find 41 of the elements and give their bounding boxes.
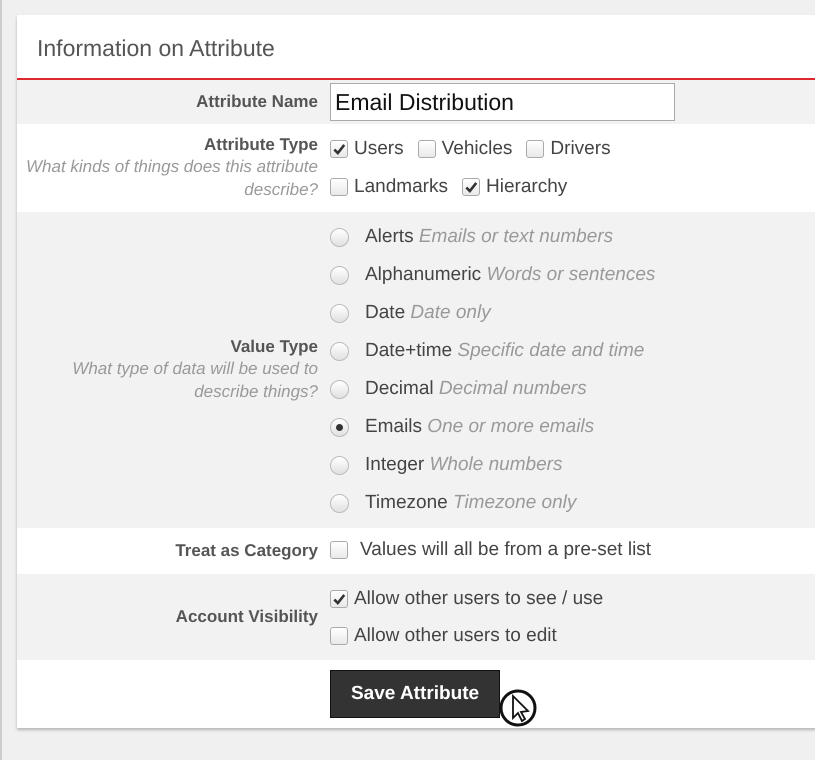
checkbox-label: Hierarchy bbox=[486, 176, 568, 198]
checkbox-label: Drivers bbox=[550, 138, 611, 160]
field-label: Attribute Name bbox=[195, 92, 318, 112]
radio-button[interactable] bbox=[330, 380, 349, 398]
checkbox-label: Allow other users to edit bbox=[354, 624, 557, 646]
radio-label: Timezone Timezone only bbox=[365, 492, 576, 514]
checkbox[interactable] bbox=[330, 178, 348, 196]
checkbox[interactable] bbox=[462, 178, 480, 196]
checkbox[interactable] bbox=[330, 626, 348, 644]
radio-label: Alerts Emails or text numbers bbox=[365, 226, 614, 248]
field-label: Treat as Category bbox=[174, 541, 318, 561]
checkbox-label: Vehicles bbox=[442, 138, 512, 160]
checkbox-label: Users bbox=[354, 138, 404, 160]
checkbox[interactable] bbox=[330, 590, 348, 608]
radio-label: Decimal Decimal numbers bbox=[365, 378, 587, 400]
radio-button[interactable] bbox=[330, 418, 349, 436]
attribute-name-field[interactable]: Email Distribution bbox=[330, 83, 675, 121]
radio-label: Emails One or more emails bbox=[365, 416, 594, 438]
field-label: Account Visibility bbox=[174, 607, 318, 627]
radio-label: Alphanumeric Words or sentences bbox=[365, 264, 656, 286]
radio-label: Integer Whole numbers bbox=[365, 454, 562, 476]
field-hint: What kinds of things does this attribute describe? bbox=[25, 156, 318, 201]
radio-label: Date+time Specific date and time bbox=[365, 340, 644, 362]
checkbox-label: Allow other users to see / use bbox=[354, 588, 604, 610]
field-hint: What type of data will be used to describe things? bbox=[71, 358, 318, 403]
field-label: Value Type bbox=[229, 337, 318, 357]
checkbox[interactable] bbox=[526, 140, 544, 158]
checkbox[interactable] bbox=[418, 140, 436, 158]
radio-label: Date Date only bbox=[365, 302, 491, 324]
checkbox[interactable] bbox=[330, 140, 348, 158]
radio-button[interactable] bbox=[330, 456, 349, 474]
radio-button[interactable] bbox=[330, 228, 349, 246]
radio-button[interactable] bbox=[330, 266, 349, 284]
checkbox-label: Landmarks bbox=[354, 176, 448, 198]
radio-button[interactable] bbox=[330, 304, 349, 322]
radio-button[interactable] bbox=[330, 494, 349, 512]
radio-button[interactable] bbox=[330, 342, 349, 360]
checkbox[interactable] bbox=[330, 541, 348, 559]
field-label: Attribute Type bbox=[203, 135, 318, 155]
checkbox-label: Values will all be from a pre-set list bbox=[360, 539, 652, 561]
save-button[interactable]: Save Attribute bbox=[330, 670, 500, 718]
